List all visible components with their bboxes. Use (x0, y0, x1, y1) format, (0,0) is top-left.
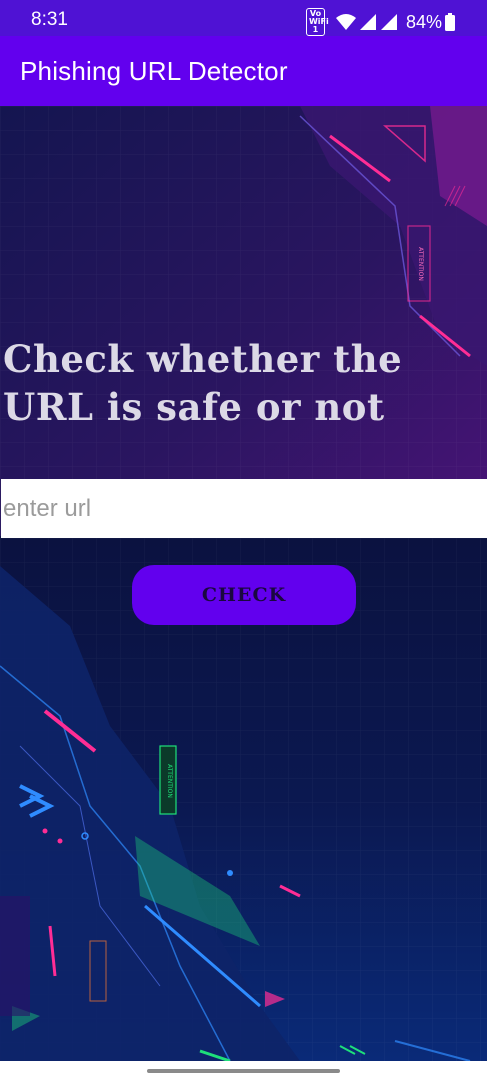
app-bar: Phishing URL Detector (0, 36, 487, 106)
app-title: Phishing URL Detector (20, 56, 288, 86)
attention-badge-bottom: ATTENTION (166, 764, 173, 798)
signal-icon (359, 14, 376, 30)
page-headline: Check whether the URL is safe or not (3, 337, 403, 429)
battery-percent: 84% (405, 11, 442, 32)
status-bar: 8:31 Vo WiFi 1 84% (0, 0, 487, 36)
status-icons: Vo WiFi 1 84% (305, 8, 455, 36)
signal-icon-2 (380, 14, 397, 30)
wifi-icon (335, 14, 356, 30)
check-button[interactable]: CHECK (132, 565, 356, 625)
url-input[interactable] (1, 479, 487, 538)
battery-icon (445, 13, 455, 31)
attention-badge-top: ATTENTION (417, 247, 424, 281)
gesture-handle[interactable] (147, 1069, 340, 1073)
navigation-bar (0, 1061, 487, 1083)
vowifi-icon: Vo WiFi 1 (305, 8, 329, 36)
status-time: 8:31 (31, 9, 68, 30)
